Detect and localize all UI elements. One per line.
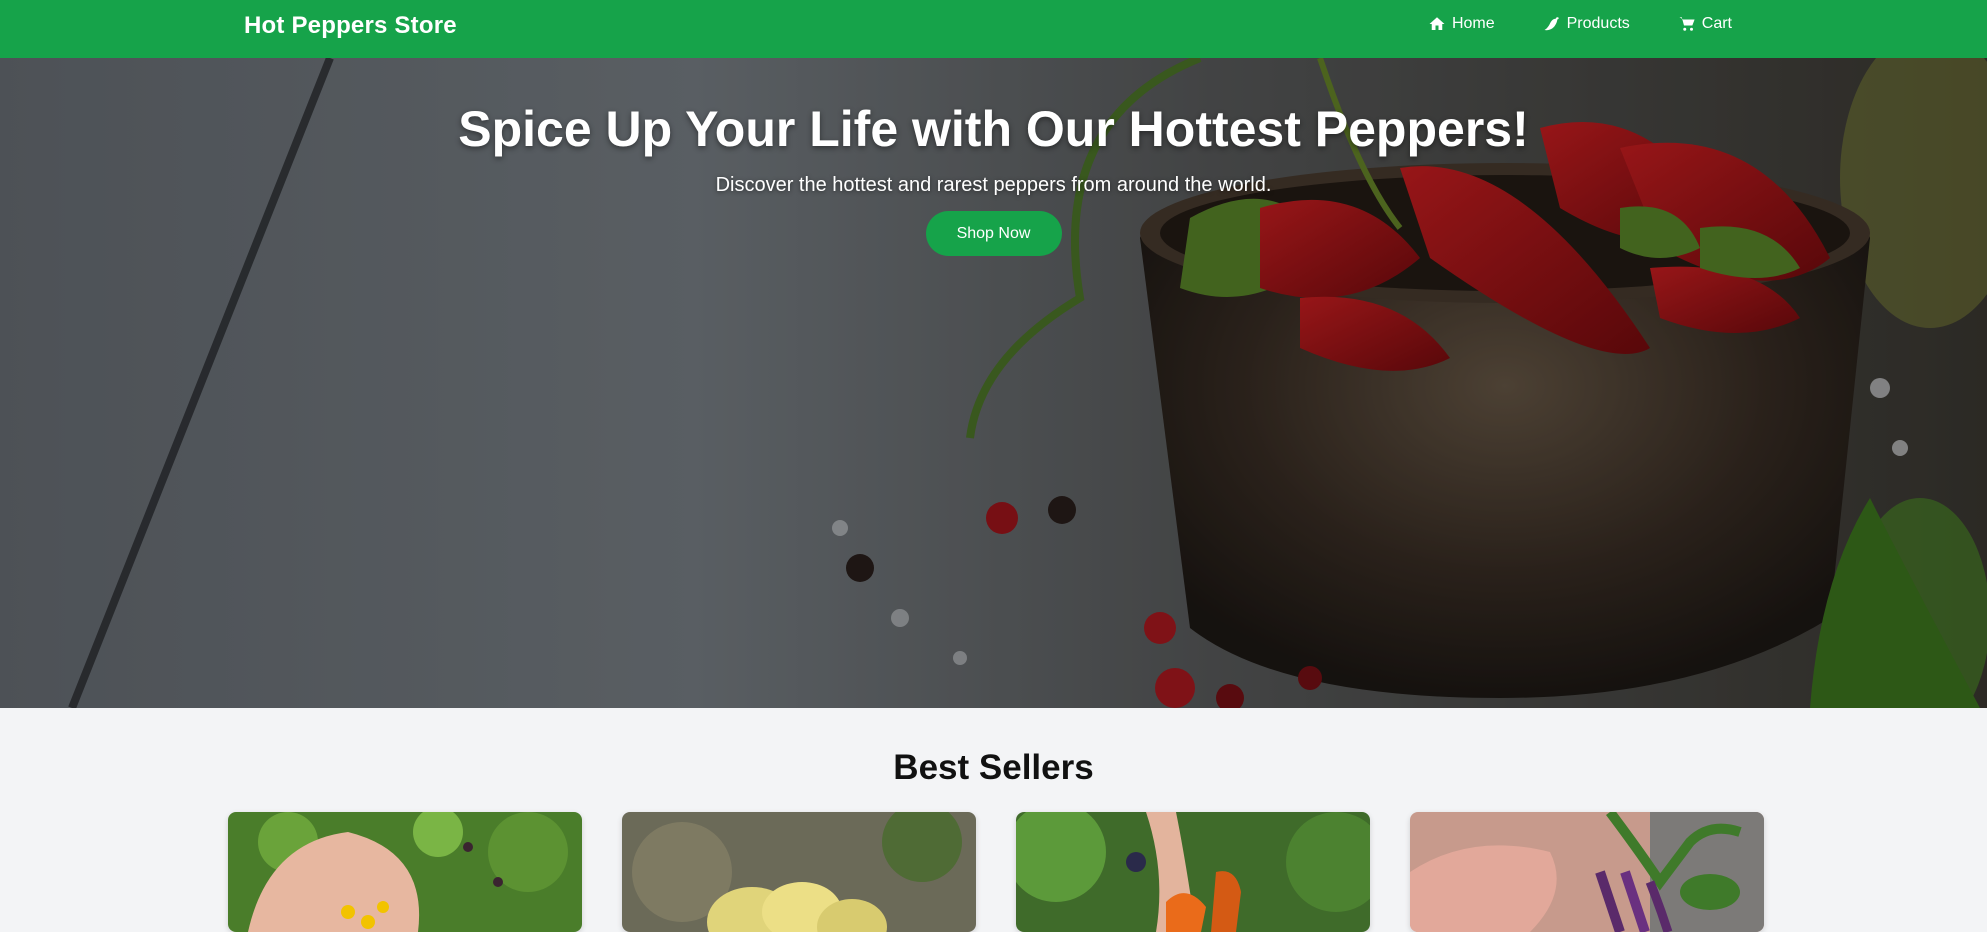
best-sellers-heading: Best Sellers [893,748,1094,787]
nav-cart-label: Cart [1701,15,1732,32]
product-card-2[interactable] [622,812,976,932]
hero-subtitle: Discover the hottest and rarest peppers … [715,174,1272,196]
site-logo[interactable]: Hot Peppers Store [244,12,457,40]
product-image-2 [622,812,976,932]
best-sellers-grid [228,812,1764,932]
product-card-3[interactable] [1016,812,1370,932]
shop-now-button[interactable]: Shop Now [925,211,1062,256]
product-image-1 [228,812,582,932]
nav-products-link[interactable]: Products [1543,15,1630,33]
pepper-icon [1544,17,1559,31]
nav-home-label: Home [1451,15,1495,32]
hero-title: Spice Up Your Life with Our Hottest Pepp… [458,101,1529,157]
product-card-4[interactable] [1410,812,1764,932]
nav-links: Home Products Cart [1428,15,1732,33]
nav-cart-link[interactable]: Cart [1678,15,1732,33]
nav-home-link[interactable]: Home [1428,15,1495,33]
home-icon [1429,17,1445,30]
nav-products-label: Products [1566,15,1630,32]
top-navbar: Hot Peppers Store Home Products Cart [0,0,1987,58]
cart-icon [1679,17,1695,31]
product-image-3 [1016,812,1370,932]
product-image-4 [1410,812,1764,932]
hero-banner: Spice Up Your Life with Our Hottest Pepp… [0,58,1987,708]
hero-content: Spice Up Your Life with Our Hottest Pepp… [0,58,1987,256]
product-card-1[interactable] [228,812,582,932]
